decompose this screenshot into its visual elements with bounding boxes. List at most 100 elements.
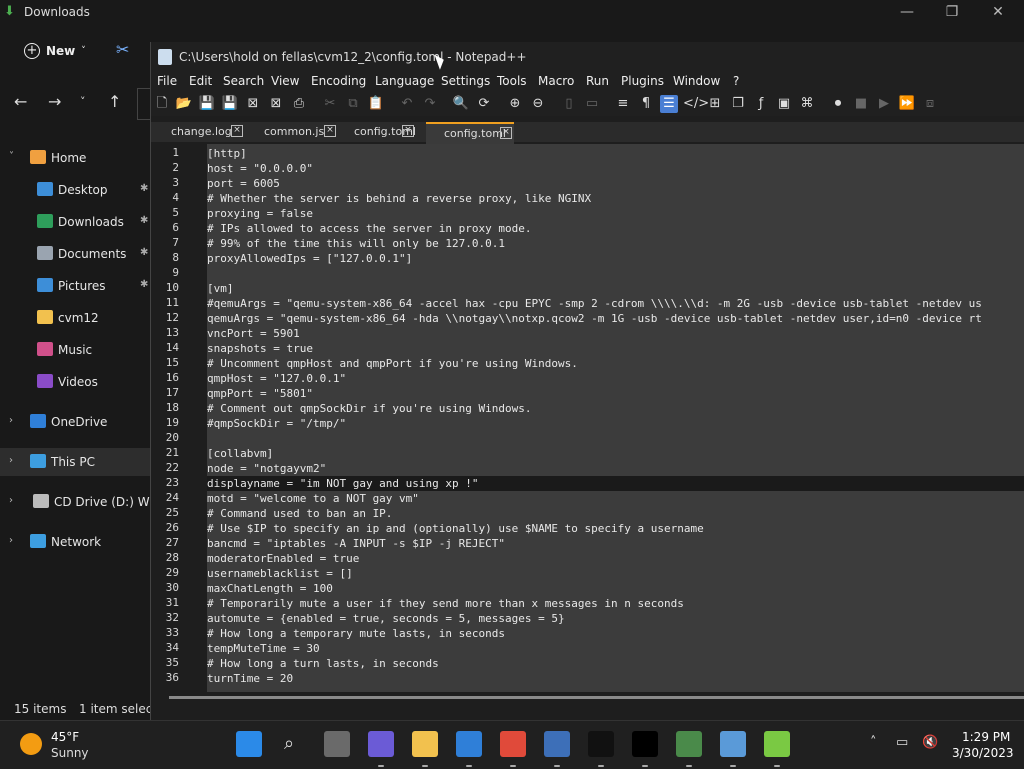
sync-horizontal-icon[interactable]: ▭ (583, 95, 601, 113)
start-icon[interactable] (236, 731, 262, 757)
weather-temperature[interactable]: 45°F (51, 730, 79, 744)
code-line[interactable]: port = 6005 (207, 176, 1024, 191)
save-all-icon[interactable]: 💾 (221, 95, 239, 113)
code-line[interactable]: motd = "welcome to a NOT gay vm" (207, 491, 1024, 506)
back-icon[interactable]: ← (14, 92, 27, 111)
up-icon[interactable]: ↑ (108, 92, 121, 111)
address-bar[interactable] (137, 88, 150, 120)
terminal-icon[interactable] (588, 731, 614, 757)
code-line[interactable]: # 99% of the time this will only be 127.… (207, 236, 1024, 251)
tab-close-icon[interactable]: × (500, 127, 512, 139)
sidebar-item-documents[interactable]: Documents ✱ (0, 240, 150, 268)
xml-icon[interactable]: </> (683, 95, 709, 113)
weather-condition[interactable]: Sunny (51, 746, 89, 760)
tab-close-icon[interactable]: × (324, 125, 336, 137)
redo-icon[interactable]: ↷ (421, 95, 439, 113)
code-line[interactable]: qmpPort = "5801" (207, 386, 1024, 401)
new-button[interactable]: + New ˅ (18, 40, 92, 62)
code-line[interactable]: # Comment out qmpSockDir if you're using… (207, 401, 1024, 416)
tab-config-toml[interactable]: config.toml × (348, 122, 416, 142)
sidebar-item-desktop[interactable]: Desktop ✱ (0, 176, 150, 204)
close-file-icon[interactable]: ⊠ (244, 95, 262, 113)
cut-icon[interactable]: ✂ (116, 40, 129, 59)
code-line[interactable]: tempMuteTime = 30 (207, 641, 1024, 656)
chevron-right-icon[interactable]: › (9, 415, 13, 426)
chevron-right-icon[interactable]: › (9, 535, 13, 546)
undo-icon[interactable]: ↶ (398, 95, 416, 113)
run-macro-multiple-icon[interactable]: ⏩ (898, 95, 916, 113)
notepadpp-icon[interactable] (764, 731, 790, 757)
function-list-icon[interactable]: ƒ (752, 95, 770, 113)
tab-config-toml-active[interactable]: config.toml × (426, 122, 514, 144)
code-line[interactable]: # IPs allowed to access the server in pr… (207, 221, 1024, 236)
code-line[interactable]: [collabvm] (207, 446, 1024, 461)
code-line[interactable]: # Command used to ban an IP. (207, 506, 1024, 521)
new-file-icon[interactable]: 🗋 (153, 95, 171, 113)
doc-list-icon[interactable]: ❐ (729, 95, 747, 113)
search-icon[interactable]: ⌕ (280, 731, 306, 757)
chrome-icon[interactable] (500, 731, 526, 757)
word-wrap-icon[interactable]: ≡ (614, 95, 632, 113)
code-line[interactable] (207, 431, 1024, 446)
code-editor[interactable]: 1 2 3 4 5 6 7 8 9 10 11 12 13 14 15 16 17 18 19 20 21 22 23 24 2… (151, 144, 1024, 692)
menu-settings[interactable]: Settings (441, 74, 490, 88)
menu-macro[interactable]: Macro (538, 74, 574, 88)
open-file-icon[interactable]: 📂 (175, 95, 193, 113)
tab-change-log[interactable]: change.log × (165, 122, 245, 142)
play-macro-icon[interactable]: ▶ (875, 95, 893, 113)
menu-plugins[interactable]: Plugins (621, 74, 664, 88)
maximize-icon[interactable]: ❐ (937, 4, 967, 20)
menu-edit[interactable]: Edit (189, 74, 212, 88)
task-view-icon[interactable] (324, 731, 350, 757)
menu-language[interactable]: Language (375, 74, 434, 88)
code-line[interactable]: maxChatLength = 100 (207, 581, 1024, 596)
recent-chevron-icon[interactable]: ˅ (80, 95, 86, 108)
chevron-up-icon[interactable]: ˄ (870, 735, 877, 750)
sidebar-item-pictures[interactable]: Pictures ✱ (0, 272, 150, 300)
code-line[interactable]: vncPort = 5901 (207, 326, 1024, 341)
code-line[interactable]: # Uncomment qmpHost and qmpPort if you'r… (207, 356, 1024, 371)
save-macro-icon[interactable]: ⧈ (921, 95, 939, 113)
clock-date[interactable]: 3/30/2023 (952, 746, 1014, 760)
sidebar-item-cd-drive-d-wind[interactable]: › CD Drive (D:) Wind (0, 488, 168, 516)
code-line[interactable]: #qmpSockDir = "/tmp/" (207, 416, 1024, 431)
menu-file[interactable]: File (157, 74, 177, 88)
horizontal-scrollbar[interactable] (151, 692, 1024, 702)
sidebar-item-downloads[interactable]: Downloads ✱ (0, 208, 150, 236)
code-line[interactable]: turnTime = 20 (207, 671, 1024, 686)
volume-muted-icon[interactable]: 🔇 (922, 735, 938, 750)
code-line[interactable]: [vm] (207, 281, 1024, 296)
code-line[interactable]: # How long a turn lasts, in seconds (207, 656, 1024, 671)
sidebar-item-videos[interactable]: Videos (0, 368, 150, 396)
zoom-in-icon[interactable]: ⊕ (506, 95, 524, 113)
menu-view[interactable]: View (271, 74, 299, 88)
map-icon[interactable]: ⊞ (706, 95, 724, 113)
code-line[interactable]: usernameblacklist = [] (207, 566, 1024, 581)
tab-close-icon[interactable]: × (231, 125, 243, 137)
menu-tools[interactable]: Tools (497, 74, 527, 88)
copy-icon[interactable]: ⧉ (344, 95, 362, 113)
sidebar-item-network[interactable]: › Network (0, 528, 150, 556)
code-line[interactable]: bancmd = "iptables -A INPUT -s $IP -j RE… (207, 536, 1024, 551)
code-line[interactable]: qmpHost = "127.0.0.1" (207, 371, 1024, 386)
menu-help[interactable]: ? (733, 74, 739, 88)
chevron-down-icon[interactable]: ˅ (9, 151, 14, 162)
chat-icon[interactable] (368, 731, 394, 757)
code-line[interactable] (207, 266, 1024, 281)
record-macro-icon[interactable]: ⏺ (829, 95, 847, 113)
sidebar-item-home[interactable]: ˅ Home (0, 144, 150, 172)
sidebar-item-onedrive[interactable]: › OneDrive (0, 408, 150, 436)
code-line[interactable]: proxyAllowedIps = ["127.0.0.1"] (207, 251, 1024, 266)
monitor-icon[interactable]: ▣ (775, 95, 793, 113)
replace-icon[interactable]: ⟳ (475, 95, 493, 113)
code-line[interactable]: moderatorEnabled = true (207, 551, 1024, 566)
find-icon[interactable]: 🔍 (452, 95, 470, 113)
minimize-icon[interactable]: — (892, 4, 922, 20)
monitor-icon[interactable] (720, 731, 746, 757)
sidebar-item-this-pc[interactable]: › This PC (0, 448, 150, 476)
code-line[interactable]: qemuArgs = "qemu-system-x86_64 -hda \\no… (207, 311, 1024, 326)
code-line[interactable]: automute = {enabled = true, seconds = 5,… (207, 611, 1024, 626)
menu-window[interactable]: Window (673, 74, 720, 88)
code-line[interactable]: host = "0.0.0.0" (207, 161, 1024, 176)
stop-macro-icon[interactable]: ■ (852, 95, 870, 113)
